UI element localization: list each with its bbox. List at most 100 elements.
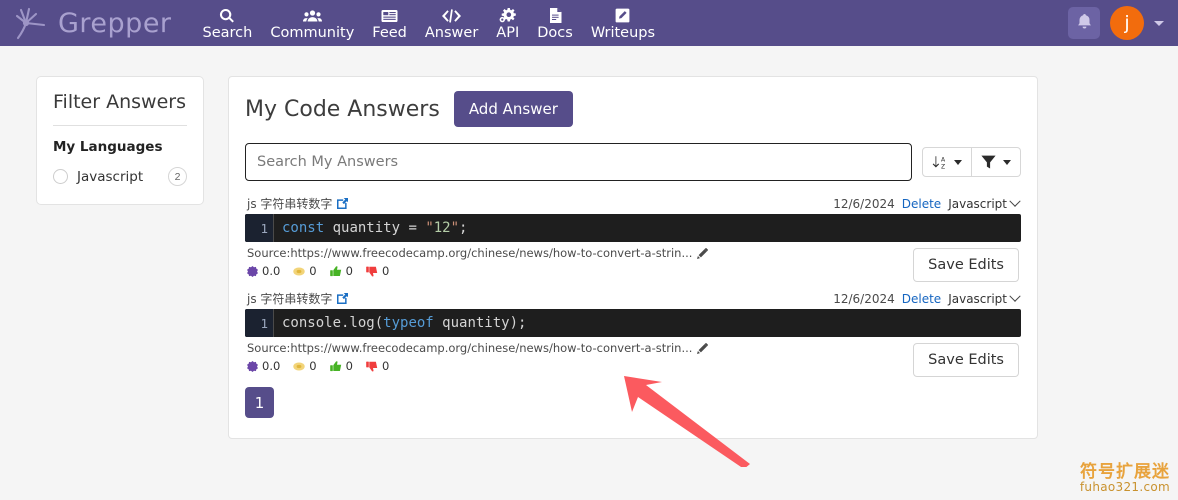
nav-item-feed[interactable]: Feed — [363, 5, 416, 41]
nav-label: Search — [202, 25, 253, 42]
stat-value: 0 — [309, 359, 317, 373]
chevron-down-icon — [1009, 290, 1021, 302]
answer-title[interactable]: js 字符串转数字 — [247, 195, 332, 212]
stat-value: 0 — [381, 264, 390, 278]
page-body: Filter Answers My Languages Javascript 2… — [0, 46, 1178, 439]
answer-title[interactable]: js 字符串转数字 — [247, 290, 332, 307]
answer-stats: 0.0 0 0 0 — [247, 359, 913, 373]
thumbs-up-icon[interactable] — [329, 360, 342, 372]
thumbs-up-icon[interactable] — [329, 265, 342, 277]
sort-button[interactable]: AZ — [922, 147, 972, 177]
answer-header: js 字符串转数字 12/6/2024 Delete Javascript — [245, 290, 1021, 309]
source-url-text: Source:https://www.freecodecamp.org/chin… — [247, 341, 693, 355]
sort-alpha-down-icon: AZ — [932, 155, 947, 170]
pagination-page-1[interactable]: 1 — [245, 387, 274, 418]
external-link-icon[interactable] — [337, 198, 349, 209]
radio-icon[interactable] — [53, 169, 68, 184]
delete-link[interactable]: Delete — [902, 197, 941, 211]
source-line: Source:https://www.freecodecamp.org/chin… — [247, 246, 913, 260]
save-edits-button[interactable]: Save Edits — [913, 343, 1019, 377]
stat-downvotes[interactable]: 0 — [366, 264, 389, 278]
search-input[interactable] — [245, 143, 912, 181]
thumbs-down-icon[interactable] — [366, 361, 378, 372]
stat-downvotes[interactable]: 0 — [366, 359, 389, 373]
top-navbar: Grepper Search Community Feed Answer API… — [0, 0, 1178, 46]
my-languages-label: My Languages — [53, 139, 163, 155]
delete-link[interactable]: Delete — [902, 292, 941, 306]
watermark-domain: fuhao321.com — [1079, 480, 1170, 495]
funnel-icon — [981, 155, 996, 169]
code-block[interactable]: 1 const quantity = " 12 "; — [245, 214, 1021, 242]
divider — [53, 125, 187, 126]
feed-icon — [381, 7, 398, 24]
grepper-badge-icon — [247, 360, 258, 372]
stat-upvotes[interactable]: 0 — [329, 359, 353, 373]
stat-value: 0 — [345, 359, 353, 373]
code-block[interactable]: 1 console.log(typeof quantity); — [245, 309, 1021, 337]
language-select-value: Javascript — [948, 291, 1007, 306]
source-line: Source:https://www.freecodecamp.org/chin… — [247, 341, 913, 355]
caret-down-icon — [954, 159, 962, 165]
stat-grepper-score: 0.0 — [247, 359, 280, 373]
page-title: My Code Answers — [245, 96, 440, 122]
document-icon — [549, 7, 562, 24]
filter-button[interactable] — [972, 147, 1021, 177]
answer-meta: 12/6/2024 Delete Javascript — [833, 290, 1021, 306]
answer-stats: 0.0 0 0 0 — [247, 264, 913, 278]
code-content[interactable]: const quantity = " 12 "; — [273, 214, 1021, 242]
external-link-icon[interactable] — [337, 293, 349, 304]
language-select[interactable]: Javascript — [948, 195, 1021, 211]
nav-item-docs[interactable]: Docs — [528, 5, 582, 41]
language-label: Javascript — [77, 168, 144, 185]
bell-icon — [1077, 13, 1092, 33]
chevron-down-icon[interactable] — [1154, 20, 1164, 26]
coin-icon — [293, 361, 305, 372]
pencil-icon[interactable] — [697, 247, 709, 259]
stat-coins: 0 — [293, 264, 317, 278]
stat-value: 0.0 — [262, 359, 281, 373]
line-number: 1 — [245, 309, 273, 337]
pencil-square-icon — [615, 7, 630, 24]
answer-item: js 字符串转数字 12/6/2024 Delete Javascript 1 … — [245, 290, 1021, 377]
answer-meta: 12/6/2024 Delete Javascript — [833, 195, 1021, 211]
line-number: 1 — [245, 214, 273, 242]
notifications-button[interactable] — [1068, 7, 1100, 39]
search-toolbar: AZ — [245, 143, 1021, 181]
avatar[interactable]: j — [1110, 6, 1144, 40]
grepper-badge-icon — [247, 265, 258, 277]
filter-sidebar: Filter Answers My Languages Javascript 2 — [36, 76, 204, 205]
nav-item-answer[interactable]: Answer — [416, 5, 487, 41]
nav-item-writeups[interactable]: Writeups — [582, 5, 664, 41]
stat-value: 0 — [309, 264, 317, 278]
card-header: My Code Answers Add Answer — [245, 91, 1021, 127]
stat-value: 0 — [381, 359, 390, 373]
thumbs-down-icon[interactable] — [366, 266, 378, 277]
add-answer-button[interactable]: Add Answer — [453, 91, 573, 127]
svg-text:A: A — [941, 156, 946, 163]
primary-nav: Search Community Feed Answer API Docs Wr… — [194, 5, 665, 41]
nav-label: API — [496, 25, 520, 42]
code-brackets-icon — [442, 7, 462, 24]
answer-header: js 字符串转数字 12/6/2024 Delete Javascript — [245, 195, 1021, 214]
toolbar-button-group: AZ — [922, 147, 1021, 177]
stat-upvotes[interactable]: 0 — [329, 264, 353, 278]
watermark: 符号扩展迷 fuhao321.com — [1079, 461, 1170, 495]
save-edits-button[interactable]: Save Edits — [913, 248, 1019, 282]
stat-coins: 0 — [293, 359, 317, 373]
answer-footer: Source:https://www.freecodecamp.org/chin… — [245, 337, 1021, 377]
pencil-icon[interactable] — [697, 342, 709, 354]
nav-label: Answer — [424, 25, 479, 42]
caret-down-icon — [1003, 159, 1011, 165]
coin-icon — [293, 266, 305, 277]
nav-item-api[interactable]: API — [487, 5, 528, 41]
language-select[interactable]: Javascript — [948, 290, 1021, 306]
answer-date: 12/6/2024 — [833, 196, 895, 211]
brand-name: Grepper — [58, 7, 172, 39]
language-filter-javascript[interactable]: Javascript 2 — [53, 167, 187, 186]
nav-item-community[interactable]: Community — [261, 5, 363, 41]
watermark-chinese: 符号扩展迷 — [1079, 461, 1170, 482]
nav-label: Feed — [372, 25, 407, 42]
code-content[interactable]: console.log(typeof quantity); — [273, 309, 1021, 337]
brand-logo[interactable]: Grepper — [8, 3, 172, 43]
nav-item-search[interactable]: Search — [194, 5, 262, 41]
